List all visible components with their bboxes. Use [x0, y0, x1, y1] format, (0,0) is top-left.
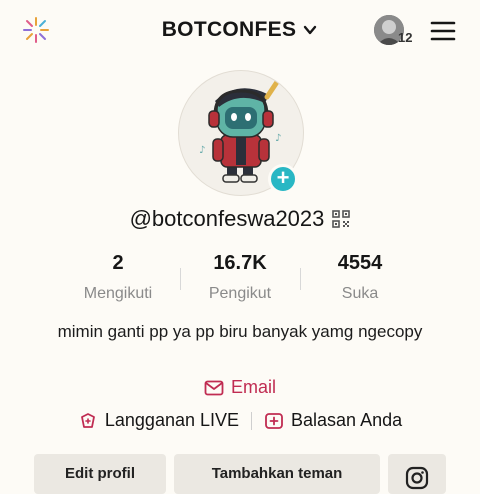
followers-label: Pengikut [208, 285, 272, 302]
add-reply-icon [265, 412, 283, 429]
likes-stat[interactable]: 4554 Suka [300, 252, 420, 303]
account-title: BOTCONFES [161, 18, 297, 41]
username: @botconfeswa2023 [129, 206, 325, 231]
menu-icon[interactable] [430, 20, 456, 42]
chevron-down-icon [304, 25, 317, 35]
live-subscription-link[interactable]: Langganan LIVE [78, 410, 239, 431]
followers-count: 16.7K [213, 252, 267, 274]
instagram-icon [405, 466, 429, 490]
svg-text:♪: ♪ [275, 133, 281, 144]
your-replies-label: Balasan Anda [291, 410, 403, 430]
username-row: @botconfeswa2023 [0, 206, 480, 232]
add-avatar-button[interactable]: + [268, 164, 298, 194]
your-replies-link[interactable]: Balasan Anda [264, 410, 402, 431]
notification-count: 12 [398, 30, 413, 45]
link-divider [251, 411, 253, 430]
email-link[interactable]: Email [0, 377, 480, 398]
email-label: Email [230, 377, 276, 397]
live-subscription-icon [80, 412, 95, 428]
bio-text: mimin ganti pp ya pp biru banyak yamg ng… [57, 322, 423, 341]
profile-links: Langganan LIVE Balasan Anda [0, 410, 480, 431]
qr-code-icon[interactable] [332, 210, 351, 228]
followers-stat[interactable]: 16.7K Pengikut [180, 252, 300, 303]
edit-profile-button[interactable]: Edit profil [34, 454, 166, 494]
following-stat[interactable]: 2 Mengikuti [58, 252, 178, 303]
add-friends-button[interactable]: Tambahkan teman [174, 454, 380, 494]
live-subscription-label: Langganan LIVE [104, 410, 240, 430]
svg-text:♪: ♪ [199, 145, 205, 156]
likes-label: Suka [341, 285, 379, 302]
likes-count: 4554 [337, 252, 383, 274]
instagram-button[interactable] [388, 454, 446, 494]
following-count: 2 [112, 252, 124, 274]
following-label: Mengikuti [83, 285, 153, 302]
email-icon [204, 380, 224, 395]
